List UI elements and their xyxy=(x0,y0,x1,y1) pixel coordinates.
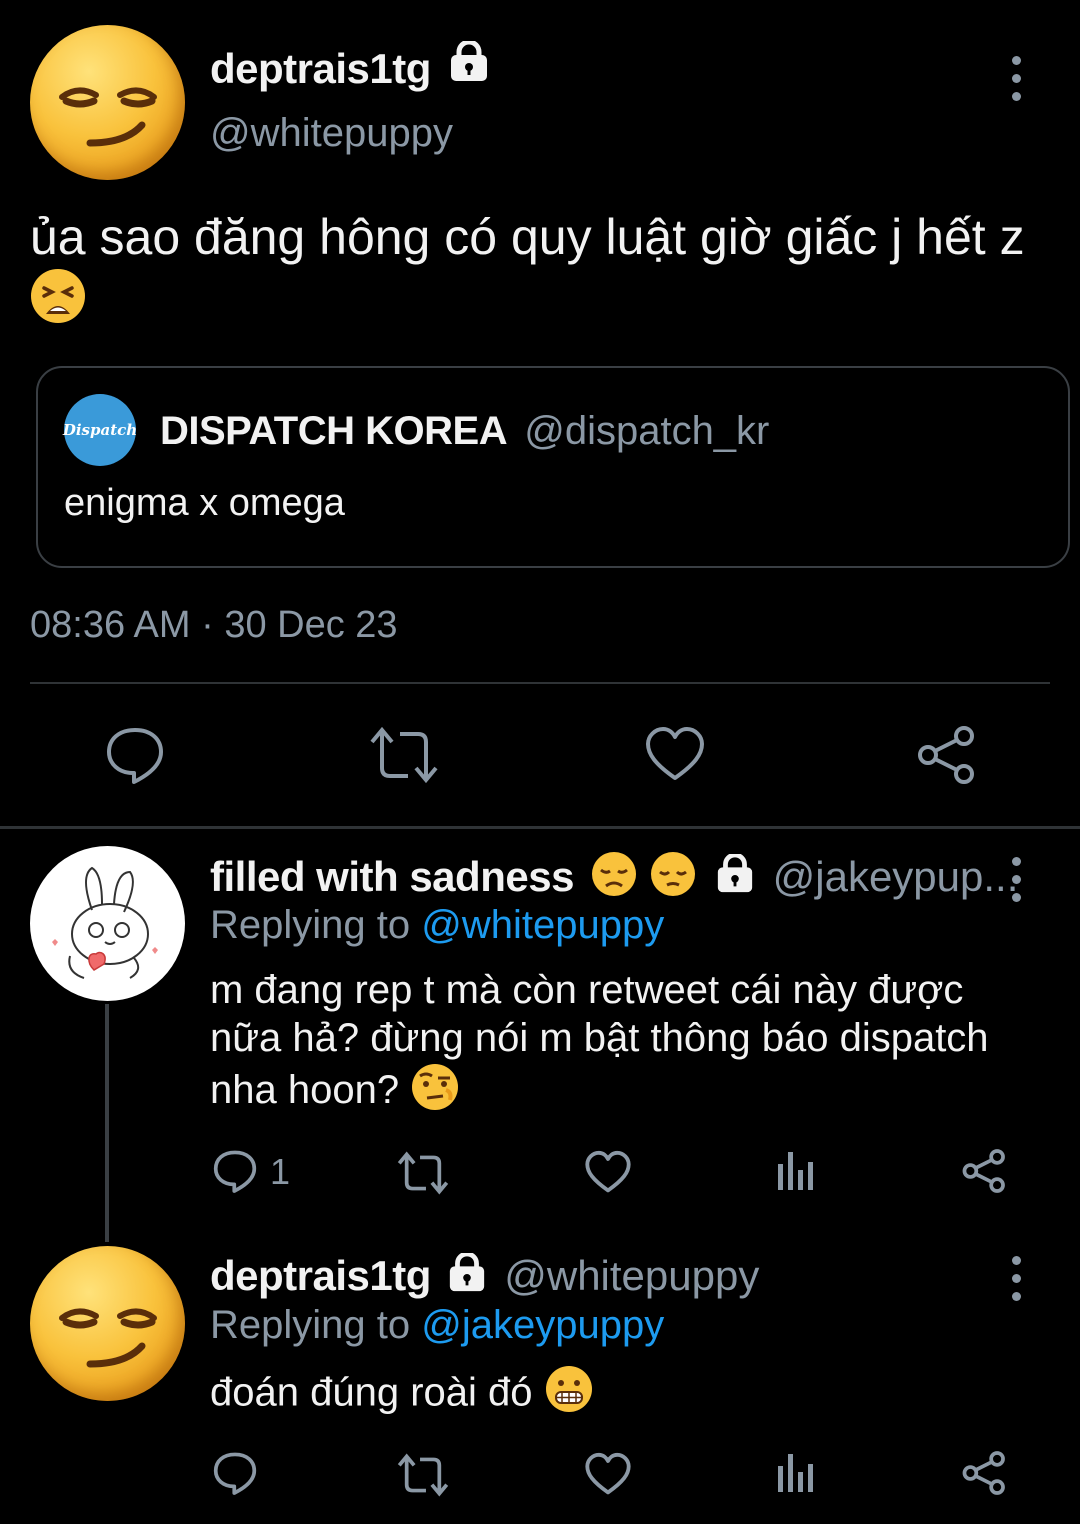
author-display-name[interactable]: deptrais1tg xyxy=(210,1252,431,1299)
raised-eyebrow-face-icon xyxy=(410,1062,460,1123)
weary-face-icon xyxy=(30,268,86,338)
divider xyxy=(30,682,1050,684)
grimacing-face-icon xyxy=(544,1364,594,1426)
thread-line xyxy=(105,1004,109,1242)
reply-count: 1 xyxy=(270,1151,291,1192)
quoted-header: DISPATCH KOREA @dispatch_kr xyxy=(160,406,769,456)
heart-icon[interactable] xyxy=(585,1150,631,1194)
replying-to-link[interactable]: @whitepuppy xyxy=(421,903,664,947)
reply-header: deptrais1tg @whitepuppy xyxy=(210,1250,759,1305)
quoted-text: enigma x omega xyxy=(64,482,345,524)
author-handle[interactable]: @whitepuppy xyxy=(504,1252,759,1299)
more-icon[interactable] xyxy=(1012,56,1021,110)
author-handle[interactable]: @whitepuppy xyxy=(210,108,453,158)
tweet-text: ủa sao đăng hông có quy luật giờ giấc j … xyxy=(30,206,1060,338)
lock-icon xyxy=(448,39,490,94)
author-display-name[interactable]: filled with sadness xyxy=(210,853,574,900)
reply-text: m đang rep t mà còn retweet cái này được… xyxy=(210,966,1040,1123)
author-name[interactable]: deptrais1tg xyxy=(210,39,490,94)
bunny-drawing-icon xyxy=(52,866,158,979)
author-avatar[interactable] xyxy=(30,1246,185,1401)
share-icon[interactable] xyxy=(960,1148,1006,1194)
quoted-tweet[interactable]: Dispatch DISPATCH KOREA @dispatch_kr eni… xyxy=(36,366,1070,568)
smirk-face-icon xyxy=(59,1308,157,1368)
views-icon[interactable] xyxy=(776,1450,816,1494)
quoted-avatar: Dispatch xyxy=(63,394,137,466)
author-display-name: deptrais1tg xyxy=(210,45,431,92)
lock-icon xyxy=(715,852,755,906)
heart-icon[interactable] xyxy=(645,726,705,782)
reply-icon[interactable] xyxy=(104,724,166,786)
reply-icon[interactable] xyxy=(212,1450,258,1496)
reply-icon[interactable] xyxy=(212,1148,258,1194)
tweet-timestamp: 08:36 AM · 30 Dec 23 xyxy=(30,604,398,646)
retweet-icon[interactable] xyxy=(396,1150,450,1196)
retweet-icon[interactable] xyxy=(396,1452,450,1498)
quoted-handle: @dispatch_kr xyxy=(524,409,770,453)
replying-to-link[interactable]: @jakeypuppy xyxy=(421,1303,664,1347)
author-handle[interactable]: @jakeypup... xyxy=(773,853,1019,900)
views-icon[interactable] xyxy=(776,1148,816,1192)
share-icon[interactable] xyxy=(960,1450,1006,1496)
section-divider xyxy=(0,826,1080,829)
replying-to: Replying to @jakeypuppy xyxy=(210,1303,665,1347)
smirk-face-icon xyxy=(59,87,157,147)
retweet-icon[interactable] xyxy=(368,724,440,786)
more-icon[interactable] xyxy=(1012,1256,1021,1310)
more-icon[interactable] xyxy=(1012,857,1021,911)
reply-text: đoán đúng roài đó xyxy=(210,1364,1040,1426)
replying-to: Replying to @whitepuppy xyxy=(210,903,665,947)
share-icon[interactable] xyxy=(914,724,976,786)
author-avatar[interactable] xyxy=(30,25,185,180)
author-avatar[interactable] xyxy=(30,846,185,1001)
quoted-display-name: DISPATCH KOREA xyxy=(160,409,508,453)
lock-icon xyxy=(447,1251,487,1305)
heart-icon[interactable] xyxy=(585,1452,631,1496)
